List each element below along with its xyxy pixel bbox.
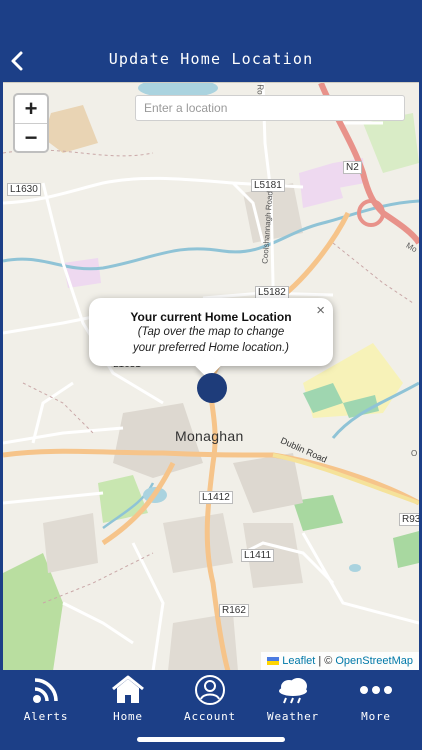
nav-item-more[interactable]: More bbox=[334, 674, 418, 724]
map-label-r162: R162 bbox=[219, 604, 249, 617]
ukraine-flag-icon bbox=[267, 657, 280, 665]
popup-close-button[interactable]: × bbox=[316, 302, 325, 319]
account-icon bbox=[195, 675, 225, 705]
weather-icon bbox=[279, 678, 307, 704]
map-label-ro: Ro bbox=[255, 84, 265, 95]
more-dots-icon bbox=[360, 686, 392, 694]
leaflet-link[interactable]: Leaflet bbox=[282, 655, 315, 667]
map-view[interactable]: L1630 L5181 L5182 N2 L1412 L1411 R162 R9… bbox=[3, 82, 419, 670]
popup-subtitle-line2: your preferred Home location.) bbox=[133, 342, 289, 354]
nav-item-alerts[interactable]: Alerts bbox=[4, 674, 88, 724]
nav-label-home: Home bbox=[113, 710, 143, 723]
popup-subtitle-line1: (Tap over the map to change bbox=[137, 326, 285, 338]
zoom-out-button[interactable]: − bbox=[15, 123, 47, 151]
page-title: Update Home Location bbox=[108, 50, 314, 68]
nav-label-alerts: Alerts bbox=[23, 710, 69, 723]
home-icon bbox=[112, 675, 144, 703]
map-label-o: O bbox=[411, 449, 418, 458]
home-location-marker[interactable] bbox=[197, 373, 227, 403]
app-header: Update Home Location bbox=[0, 0, 422, 82]
openstreetmap-link[interactable]: OpenStreetMap bbox=[335, 655, 413, 667]
rss-feed-icon bbox=[33, 678, 58, 703]
home-location-popup: × Your current Home Location (Tap over t… bbox=[89, 298, 333, 366]
nav-label-weather: Weather bbox=[267, 710, 319, 723]
nav-label-account: Account bbox=[184, 710, 236, 723]
nav-item-weather[interactable]: Weather bbox=[251, 674, 335, 724]
nav-label-more: More bbox=[361, 710, 391, 723]
home-indicator-bar bbox=[137, 737, 285, 742]
nav-item-home[interactable]: Home bbox=[86, 674, 170, 724]
map-label-town: Monaghan bbox=[175, 428, 244, 444]
map-label-l1411: L1411 bbox=[241, 549, 275, 562]
map-label-n2: N2 bbox=[343, 161, 362, 174]
popup-title: Your current Home Location bbox=[130, 310, 292, 324]
nav-item-account[interactable]: Account bbox=[168, 674, 252, 724]
location-search-input[interactable] bbox=[135, 95, 405, 121]
map-attribution: Leaflet | © OpenStreetMap bbox=[261, 652, 419, 670]
zoom-control: + − bbox=[13, 93, 49, 153]
zoom-in-button[interactable]: + bbox=[15, 95, 47, 123]
map-label-l1630: L1630 bbox=[7, 183, 41, 196]
map-label-r93: R93 bbox=[399, 513, 419, 526]
map-label-l1412: L1412 bbox=[199, 491, 233, 504]
attribution-separator: | © bbox=[318, 655, 333, 667]
